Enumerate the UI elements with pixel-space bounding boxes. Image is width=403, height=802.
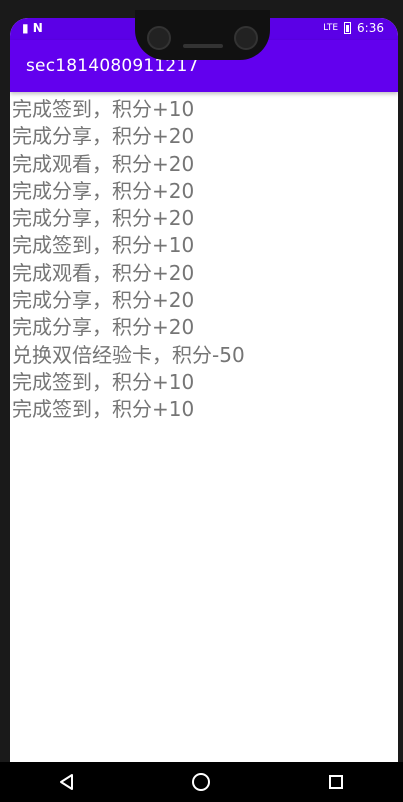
camera-icon xyxy=(147,26,171,50)
battery-icon xyxy=(344,22,352,34)
list-item: 完成签到，积分+10 xyxy=(12,397,195,422)
signal-icon: ▮ xyxy=(22,21,29,35)
phone-frame: ▮ N LTE 6:36 sec1814080911217 完成签到，积分+10… xyxy=(0,0,403,802)
camera-notch xyxy=(135,10,270,60)
back-icon[interactable] xyxy=(47,762,87,802)
list-item: 完成签到，积分+10 xyxy=(12,97,195,121)
list-item: 完成观看，积分+20 xyxy=(12,260,195,285)
home-icon[interactable] xyxy=(181,762,221,802)
list-item: 兑换双倍经验卡，积分-50 xyxy=(12,342,245,367)
recents-icon[interactable] xyxy=(316,762,356,802)
clock: 6:36 xyxy=(357,21,384,35)
list-item: 完成分享，积分+20 xyxy=(12,288,195,313)
speaker-grille xyxy=(183,44,223,48)
list-item: 完成分享，积分+20 xyxy=(12,178,195,203)
status-left-icons: ▮ N xyxy=(22,21,43,35)
screen: ▮ N LTE 6:36 sec1814080911217 完成签到，积分+10… xyxy=(10,18,398,762)
points-history-list[interactable]: 完成签到，积分+10 完成分享，积分+20 完成观看，积分+20 完成分享，积分… xyxy=(12,96,392,424)
list-item: 完成分享，积分+20 xyxy=(12,315,195,340)
list-item: 完成观看，积分+20 xyxy=(12,151,195,176)
list-item: 完成签到，积分+10 xyxy=(12,233,195,258)
camera-icon xyxy=(234,26,258,50)
list-item: 完成分享，积分+20 xyxy=(12,206,195,231)
list-item: 完成分享，积分+20 xyxy=(12,124,195,149)
navigation-bar xyxy=(0,762,403,802)
status-right: LTE 6:36 xyxy=(323,21,384,35)
notification-n-icon: N xyxy=(32,21,43,35)
list-item: 完成签到，积分+10 xyxy=(12,369,195,394)
lte-label: LTE xyxy=(323,23,339,33)
